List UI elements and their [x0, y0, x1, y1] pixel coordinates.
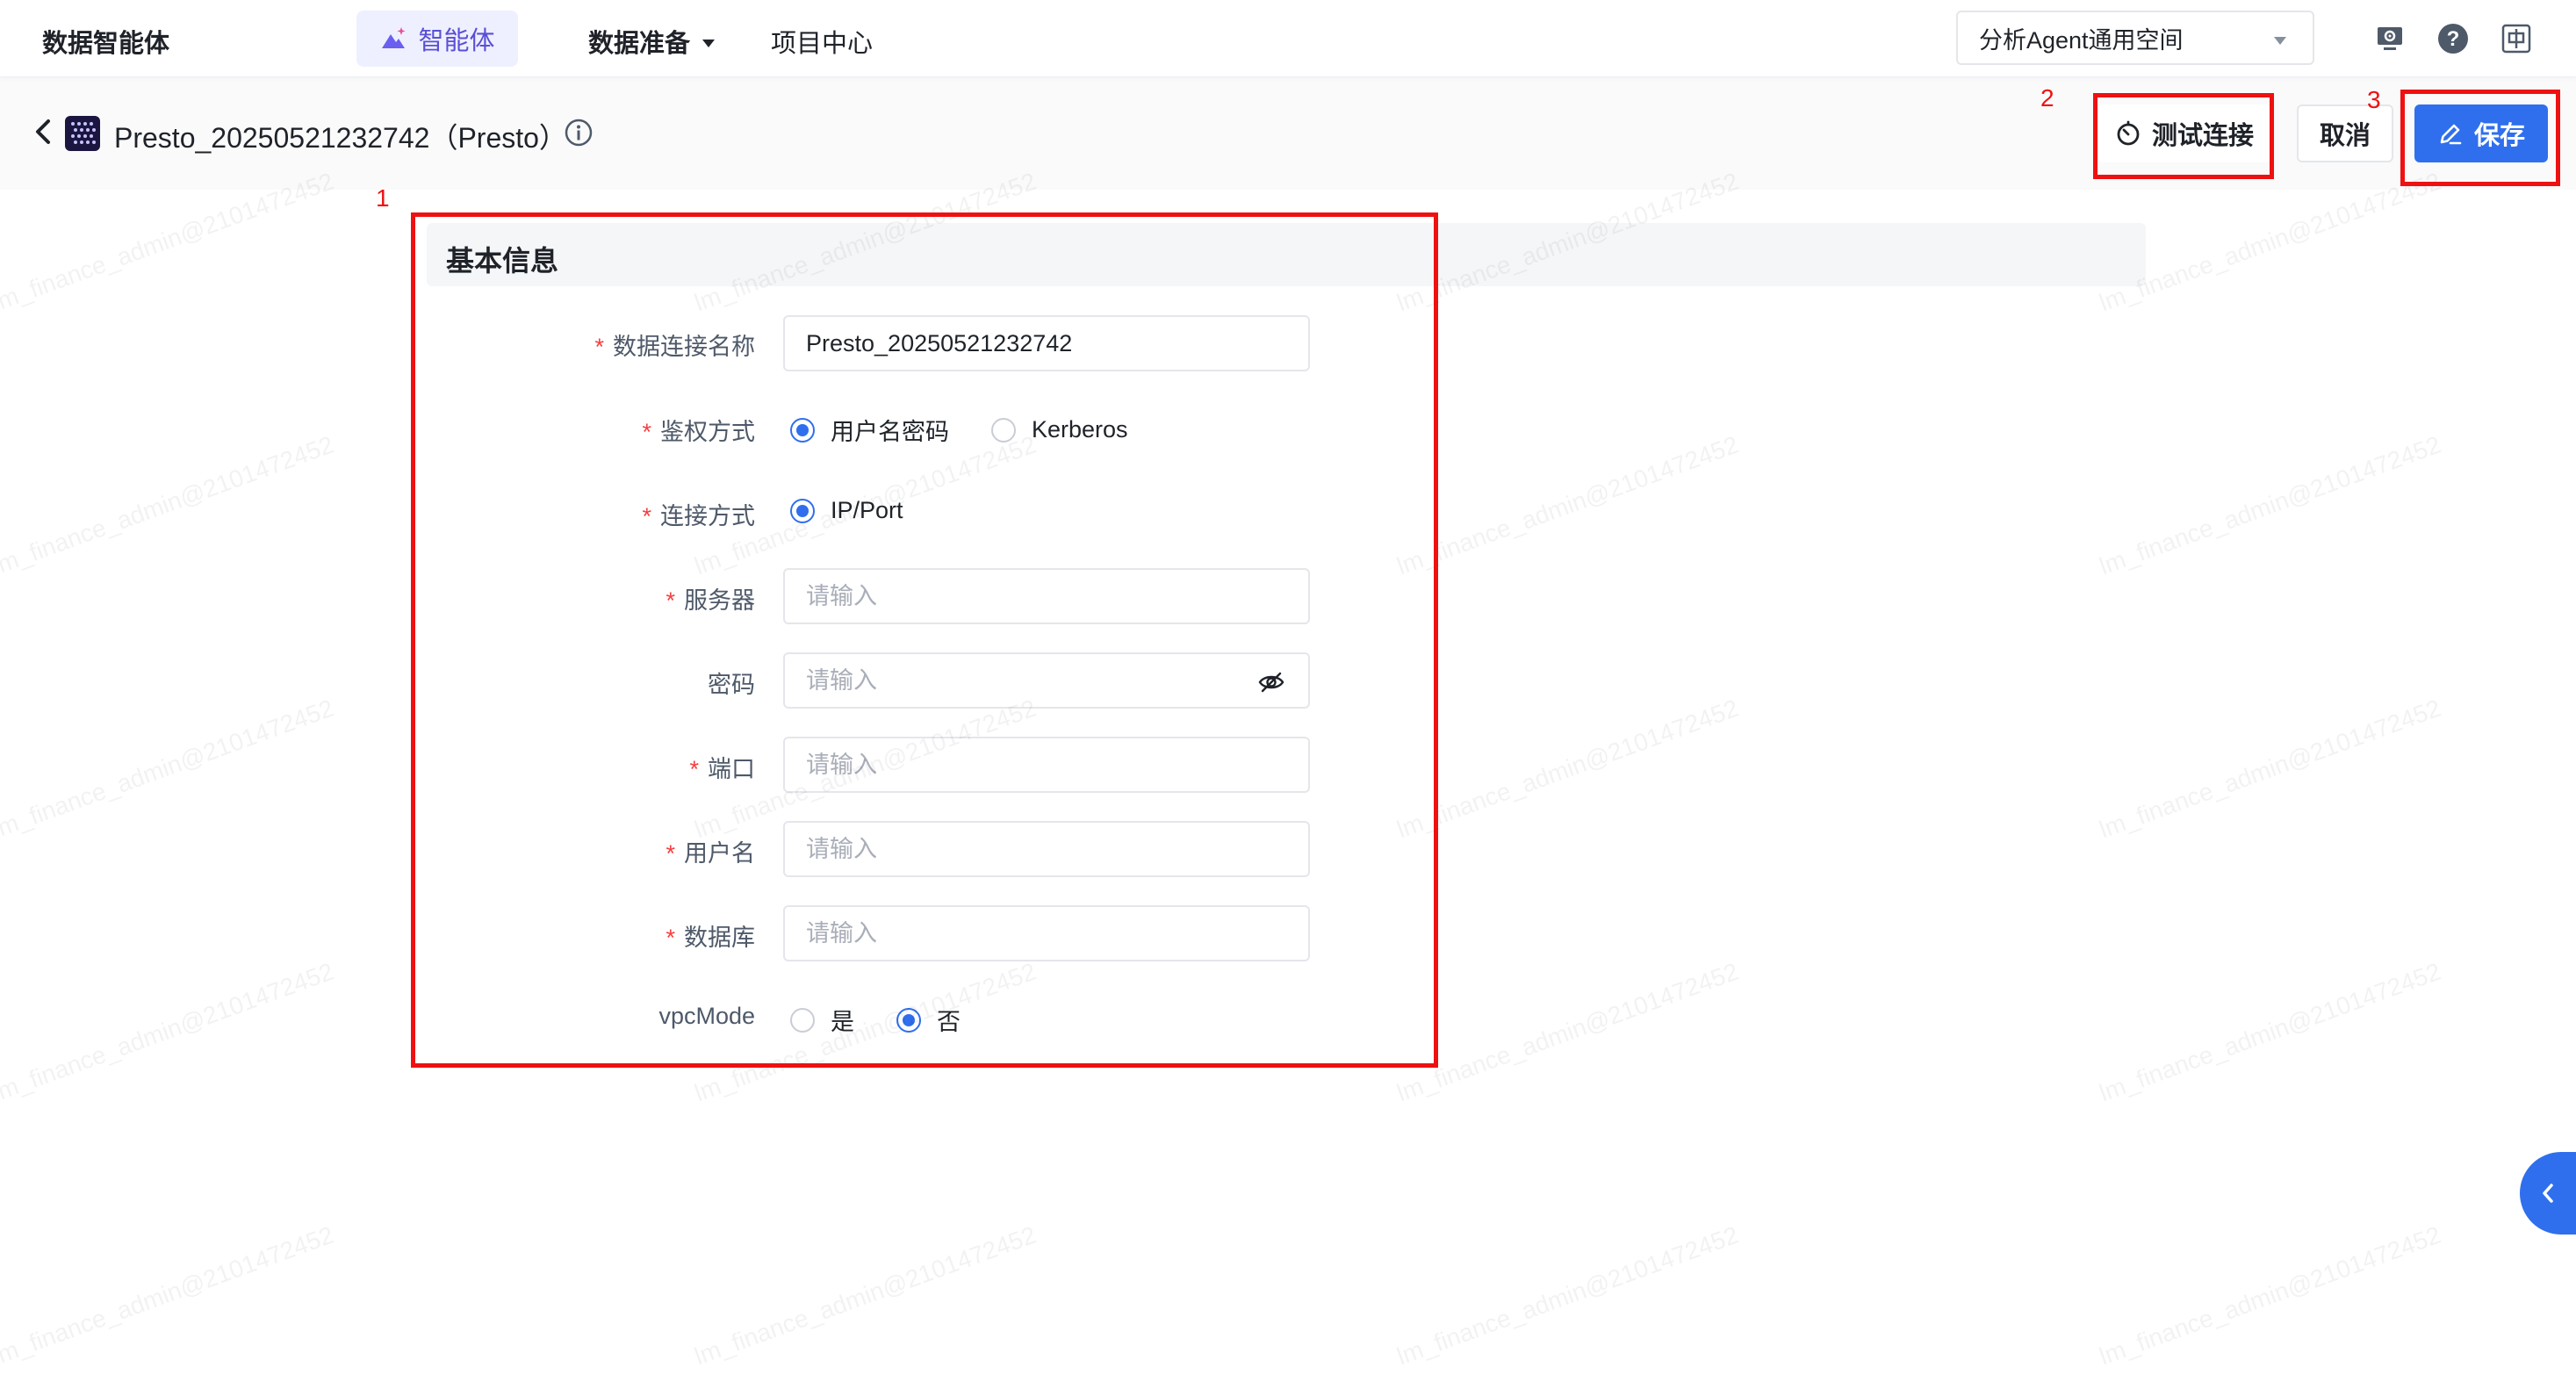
auth-option-kerberos[interactable]: Kerberos	[991, 416, 1128, 443]
section-header	[427, 223, 2146, 286]
port-label: * 端口	[689, 756, 755, 782]
save-label: 保存	[2473, 122, 2525, 150]
nav-menu-projects[interactable]: 项目中心	[771, 23, 873, 60]
language-icon[interactable]	[2499, 21, 2534, 56]
required-mark: *	[666, 925, 675, 951]
watermark: lm_finance_admin@2101472452	[0, 430, 338, 580]
watermark: lm_finance_admin@2101472452	[2095, 167, 2445, 317]
radio-unselected-icon	[790, 1007, 815, 1033]
watermark: lm_finance_admin@2101472452	[2095, 694, 2445, 844]
watermark: lm_finance_admin@2101472452	[2095, 957, 2445, 1107]
annotation-number-3: 3	[2367, 86, 2381, 113]
side-panel-toggle[interactable]	[2520, 1152, 2576, 1235]
radio-unselected-icon	[991, 417, 1016, 443]
watermark: lm_finance_admin@2101472452	[0, 957, 338, 1107]
auth-method-label: * 鉴权方式	[642, 419, 755, 445]
connection-method-label: * 连接方式	[642, 503, 755, 529]
workspace-select-value: 分析Agent通用空间	[1979, 26, 2184, 54]
required-mark: *	[642, 503, 651, 529]
required-mark: *	[666, 840, 675, 867]
conn-option-ip-port[interactable]: IP/Port	[790, 497, 903, 524]
database-label: * 数据库	[666, 925, 755, 951]
required-mark: *	[666, 587, 675, 614]
chevron-left-icon	[2543, 1184, 2553, 1203]
username-label: * 用户名	[666, 840, 755, 867]
timer-icon	[2117, 120, 2140, 146]
connection-method-radio-group: IP/Port	[790, 497, 946, 524]
monitor-gear-icon[interactable]	[2372, 21, 2407, 56]
annotation-number-1: 1	[376, 184, 390, 212]
vpc-mode-label: vpcMode	[658, 1003, 755, 1029]
watermark: lm_finance_admin@2101472452	[0, 167, 338, 317]
radio-selected-icon	[896, 1007, 921, 1033]
required-mark: *	[689, 756, 699, 782]
nav-tab-agent-label: 智能体	[418, 27, 495, 55]
connection-name-input[interactable]	[783, 315, 1310, 371]
watermark: lm_finance_admin@2101472452	[2095, 1220, 2445, 1371]
test-connection-button[interactable]: 测试连接	[2098, 104, 2270, 162]
watermark: lm_finance_admin@2101472452	[690, 1220, 1040, 1371]
workspace-select[interactable]: 分析Agent通用空间	[1956, 11, 2314, 65]
port-input[interactable]	[783, 737, 1310, 793]
brand-title: 数据智能体	[42, 30, 170, 58]
section-title: 基本信息	[446, 245, 559, 277]
radio-selected-icon	[790, 498, 815, 523]
svg-text:?: ?	[2447, 27, 2460, 51]
nav-menu-data-prep[interactable]: 数据准备	[588, 23, 716, 60]
sparkle-mountain-icon	[382, 27, 406, 48]
server-input[interactable]	[783, 568, 1310, 624]
watermark: lm_finance_admin@2101472452	[1392, 957, 1743, 1107]
cancel-label: 取消	[2319, 122, 2371, 150]
watermark: lm_finance_admin@2101472452	[0, 1220, 338, 1371]
nav-menu-data-prep-label: 数据准备	[588, 30, 691, 58]
annotation-number-2: 2	[2040, 84, 2054, 112]
save-button[interactable]: 保存	[2414, 104, 2548, 162]
required-mark: *	[642, 419, 651, 445]
page-title: Presto_20250521232742（Presto）	[114, 122, 567, 154]
chevron-down-icon	[2274, 37, 2286, 45]
help-icon[interactable]: ?	[2436, 21, 2471, 56]
password-input[interactable]	[783, 652, 1310, 709]
auth-option-password[interactable]: 用户名密码	[790, 413, 949, 447]
connection-name-label: * 数据连接名称	[594, 334, 755, 360]
password-label: 密码	[708, 672, 755, 698]
chevron-down-icon	[702, 39, 716, 47]
back-arrow-icon[interactable]	[26, 114, 61, 149]
auth-method-radio-group: 用户名密码 Kerberos	[790, 413, 1170, 447]
test-connection-label: 测试连接	[2151, 122, 2254, 150]
eye-off-icon[interactable]	[1257, 668, 1285, 696]
watermark: lm_finance_admin@2101472452	[1392, 694, 1743, 844]
username-input[interactable]	[783, 821, 1310, 877]
watermark: lm_finance_admin@2101472452	[2095, 430, 2445, 580]
radio-selected-icon	[790, 417, 815, 443]
server-label: * 服务器	[666, 587, 755, 614]
nav-tab-agent[interactable]: 智能体	[356, 11, 518, 67]
vpc-option-yes[interactable]: 是	[790, 1003, 854, 1037]
vpc-option-no[interactable]: 否	[896, 1003, 961, 1037]
info-icon[interactable]	[564, 118, 594, 148]
nav-menu-projects-label: 项目中心	[771, 30, 874, 58]
vpc-mode-radio-group: 是 否	[790, 1003, 1003, 1037]
top-navigation-bar: 数据智能体 智能体 数据准备 项目中心 分析Agent通用空间 ?	[0, 0, 2576, 77]
required-mark: *	[594, 334, 604, 360]
watermark: lm_finance_admin@2101472452	[0, 694, 338, 844]
database-input[interactable]	[783, 905, 1310, 961]
pencil-icon	[2440, 124, 2462, 145]
presto-logo-icon	[65, 116, 100, 151]
watermark: lm_finance_admin@2101472452	[1392, 1220, 1743, 1371]
watermark: lm_finance_admin@2101472452	[1392, 430, 1743, 580]
